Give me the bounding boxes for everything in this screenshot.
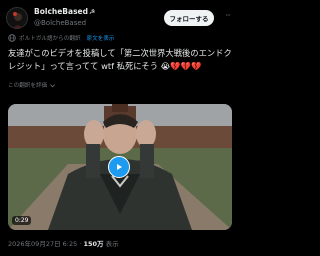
meta-separator: · bbox=[79, 240, 82, 248]
more-options-icon[interactable]: ··· bbox=[225, 11, 231, 20]
hammer-sickle-icon: ☭ bbox=[89, 8, 96, 16]
tweet-header: BolcheBased☭ @BolcheBased フォローする ··· bbox=[6, 6, 234, 30]
avatar[interactable] bbox=[6, 7, 28, 29]
tweet-text: 友達がこのビデオを投稿して「第二次世界大戦後のエンドクレジット」って言ってて w… bbox=[8, 48, 232, 71]
display-name-text[interactable]: BolcheBased bbox=[34, 7, 88, 16]
timestamp[interactable]: 2026年09月27日 6:25 bbox=[8, 240, 77, 248]
play-icon bbox=[117, 164, 122, 170]
translation-source: ポルトガル語からの翻訳 bbox=[19, 36, 81, 42]
user-name-block[interactable]: BolcheBased☭ @BolcheBased bbox=[34, 6, 95, 28]
show-original-link[interactable]: 原文を表示 bbox=[87, 34, 115, 42]
globe-icon bbox=[8, 34, 16, 42]
user-handle[interactable]: @BolcheBased bbox=[34, 18, 95, 28]
video-duration: 0:29 bbox=[12, 216, 32, 225]
rate-translation[interactable]: この翻訳を評価 bbox=[8, 80, 56, 90]
play-button[interactable] bbox=[108, 156, 130, 178]
tweet-meta: 2026年09月27日 6:25 · 150万 表示 bbox=[8, 238, 119, 248]
video-player[interactable]: 0:29 bbox=[8, 104, 232, 230]
views-count: 150万 bbox=[83, 240, 104, 248]
avatar-image bbox=[7, 8, 27, 28]
views-label: 表示 bbox=[105, 240, 119, 248]
display-name[interactable]: BolcheBased☭ bbox=[34, 6, 95, 18]
follow-button[interactable]: フォローする bbox=[164, 10, 214, 26]
rate-translation-label[interactable]: この翻訳を評価 bbox=[8, 81, 47, 89]
chevron-down-icon bbox=[50, 83, 56, 87]
translation-notice: ポルトガル語からの翻訳 原文を表示 bbox=[8, 33, 115, 43]
